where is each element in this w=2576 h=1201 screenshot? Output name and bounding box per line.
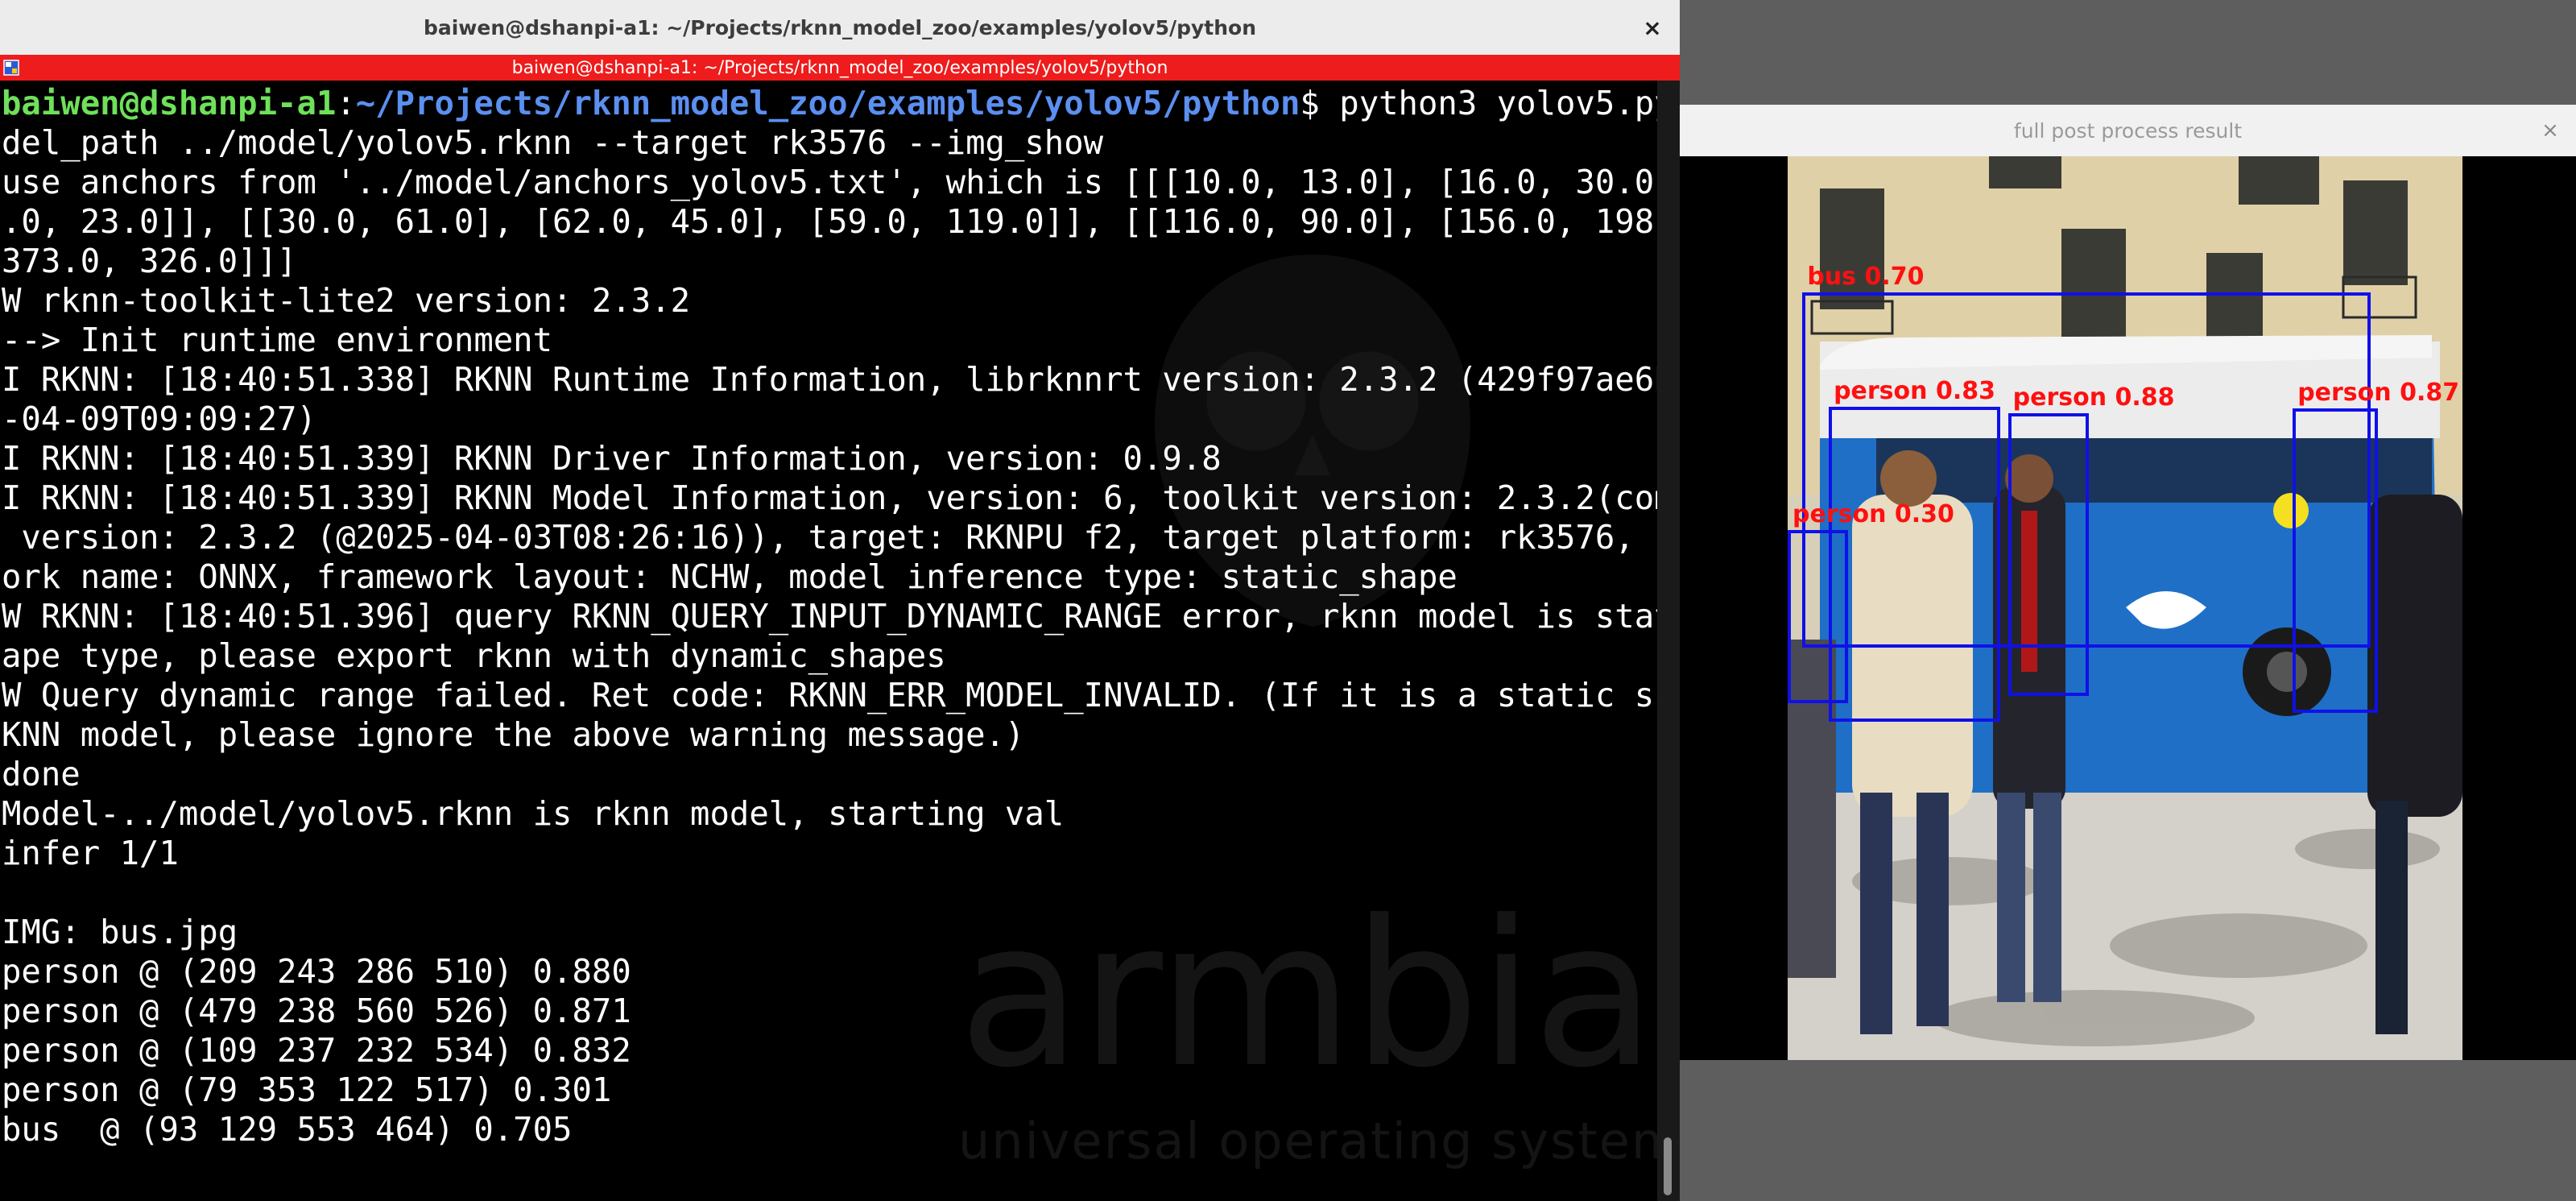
- detection-box: [1788, 529, 1848, 704]
- detection-box: [2007, 413, 2090, 697]
- terminal-tab-title: baiwen@dshanpi-a1: ~/Projects/rknn_model…: [511, 57, 1168, 78]
- terminal-line: I RKNN: [18:40:51.339] RKNN Model Inform…: [2, 478, 1657, 517]
- close-icon: ×: [1643, 14, 1662, 41]
- detection-label: person 0.83: [1834, 377, 1995, 406]
- terminal-icon: [3, 60, 19, 76]
- terminal-line: I RKNN: [18:40:51.338] RKNN Runtime Info…: [2, 360, 1657, 399]
- detection-label: person 0.88: [2012, 383, 2175, 412]
- prompt-user: baiwen@dshanpi-a1: [2, 84, 337, 122]
- terminal-line: person @ (109 237 232 534) 0.832: [2, 1031, 631, 1070]
- terminal-line: KNN model, please ignore the above warni…: [2, 715, 1025, 754]
- prompt-path: ~/Projects/rknn_model_zoo/examples/yolov…: [355, 84, 1300, 122]
- terminal-line: IMG: bus.jpg: [2, 913, 238, 951]
- terminal-line: W rknn-toolkit-lite2 version: 2.3.2: [2, 281, 691, 320]
- terminal-output-lines: del_path ../model/yolov5.rknn --target r…: [2, 123, 1657, 1149]
- terminal-output-area[interactable]: armbian universal operating system baiwe…: [0, 81, 1657, 1201]
- terminal-line: use anchors from '../model/anchors_yolov…: [2, 163, 1657, 201]
- result-close-button[interactable]: ×: [2534, 114, 2566, 147]
- close-icon: ×: [2541, 118, 2559, 143]
- terminal-line: Model-../model/yolov5.rknn is rknn model…: [2, 794, 1065, 833]
- terminal-line: W Query dynamic range failed. Ret code: …: [2, 676, 1657, 714]
- terminal-line: W RKNN: [18:40:51.396] query RKNN_QUERY_…: [2, 597, 1657, 636]
- terminal-line: I RKNN: [18:40:51.339] RKNN Driver Infor…: [2, 439, 1222, 478]
- terminal-line: 373.0, 326.0]]]: [2, 242, 297, 280]
- terminal-line: done: [2, 755, 81, 793]
- terminal-titlebar[interactable]: baiwen@dshanpi-a1: ~/Projects/rknn_model…: [0, 0, 1680, 56]
- detection-label: person 0.87: [2297, 378, 2460, 407]
- terminal-window-title: baiwen@dshanpi-a1: ~/Projects/rknn_model…: [423, 15, 1257, 39]
- result-window-title: full post process result: [2013, 118, 2243, 143]
- prompt-command: $ python3 yolov5.py --mo: [1300, 84, 1657, 122]
- detection-box: [2293, 408, 2379, 714]
- result-image-canvas: bus 0.70 person 0.88 person 0.87 person 0.8…: [1680, 156, 2576, 1060]
- terminal-line: infer 1/1: [2, 834, 179, 872]
- terminal-text: baiwen@dshanpi-a1:~/Projects/rknn_model_…: [2, 84, 1657, 1149]
- prompt-separator: :: [336, 84, 356, 122]
- terminal-line: .0, 23.0]], [[30.0, 61.0], [62.0, 45.0],…: [2, 202, 1657, 241]
- detection-image: bus 0.70 person 0.88 person 0.87 person 0.8…: [1788, 156, 2462, 1060]
- terminal-window: baiwen@dshanpi-a1: ~/Projects/rknn_model…: [0, 0, 1680, 1201]
- terminal-line: --> Init runtime environment: [2, 321, 553, 359]
- terminal-line: bus @ (93 129 553 464) 0.705: [2, 1110, 573, 1149]
- terminal-line: ape type, please export rknn with dynami…: [2, 636, 946, 675]
- terminal-line: -04-09T09:09:27): [2, 400, 316, 438]
- result-titlebar[interactable]: full post process result ×: [1680, 105, 2576, 156]
- terminal-line: person @ (209 243 286 510) 0.880: [2, 952, 631, 991]
- detection-label: bus 0.70: [1807, 263, 1925, 292]
- result-window: full post process result × bus 0.70 pers…: [1680, 105, 2576, 1060]
- terminal-line: version: 2.3.2 (@2025-04-03T08:26:16)), …: [2, 518, 1657, 557]
- terminal-tab-bar[interactable]: baiwen@dshanpi-a1: ~/Projects/rknn_model…: [0, 55, 1680, 81]
- terminal-line: del_path ../model/yolov5.rknn --target r…: [2, 123, 1104, 162]
- terminal-close-button[interactable]: ×: [1636, 11, 1668, 43]
- prompt-line: baiwen@dshanpi-a1:~/Projects/rknn_model_…: [2, 84, 1657, 123]
- terminal-line: ork name: ONNX, framework layout: NCHW, …: [2, 557, 1458, 596]
- terminal-scrollbar[interactable]: [1657, 81, 1680, 1201]
- terminal-scrollbar-thumb[interactable]: [1664, 1137, 1672, 1195]
- detection-box: [1829, 407, 2001, 722]
- terminal-line: person @ (79 353 122 517) 0.301: [2, 1071, 612, 1109]
- terminal-line: person @ (479 238 560 526) 0.871: [2, 992, 631, 1030]
- detection-label: person 0.30: [1792, 499, 1954, 528]
